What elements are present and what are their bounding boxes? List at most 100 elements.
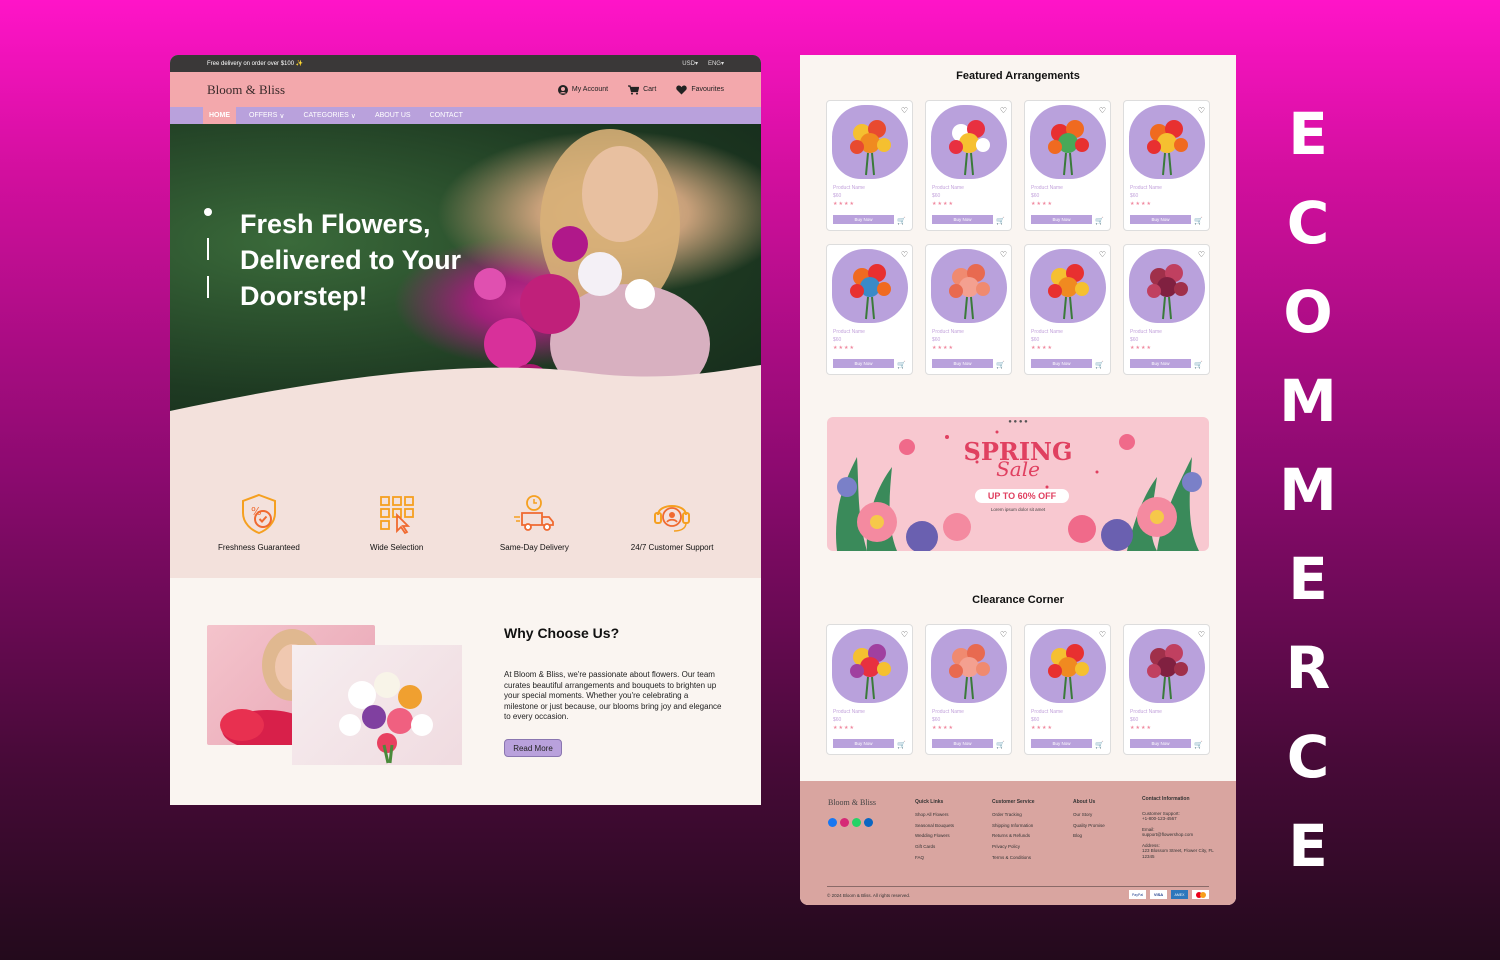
buy-now-button[interactable]: Buy Now xyxy=(833,215,894,224)
nav-offers[interactable]: OFFERS ∨ xyxy=(243,107,290,124)
favourites-link[interactable]: Favourites xyxy=(676,85,724,95)
buy-now-button[interactable]: Buy Now xyxy=(1130,739,1191,748)
facebook-icon[interactable] xyxy=(828,818,837,827)
title-letter: C xyxy=(1286,189,1330,257)
product-card[interactable]: ♡ Product Name $60 ★★★★ Buy Now 🛒 xyxy=(925,244,1012,375)
cart-icon[interactable]: 🛒 xyxy=(897,741,906,749)
product-card[interactable]: ♡ Product Name $60 ★★★★ Buy Now 🛒 xyxy=(826,244,913,375)
cart-icon[interactable]: 🛒 xyxy=(1194,217,1203,225)
product-price: $60 xyxy=(932,337,941,343)
product-image[interactable] xyxy=(931,249,1007,323)
cart-icon[interactable]: 🛒 xyxy=(996,361,1005,369)
nav-contact[interactable]: CONTACT xyxy=(424,107,469,124)
heart-icon[interactable]: ♡ xyxy=(1198,250,1205,259)
footer-link[interactable]: Returns & Refunds xyxy=(992,831,1035,842)
slider-indicator[interactable] xyxy=(204,208,212,300)
currency-select[interactable]: USD▾ xyxy=(682,60,698,67)
cart-icon[interactable]: 🛒 xyxy=(996,741,1005,749)
product-image[interactable] xyxy=(1129,105,1205,179)
cart-icon[interactable]: 🛒 xyxy=(1194,741,1203,749)
product-image[interactable] xyxy=(832,105,908,179)
product-image[interactable] xyxy=(931,105,1007,179)
buy-now-button[interactable]: Buy Now xyxy=(1031,215,1092,224)
product-card[interactable]: ♡ Product Name $60 ★★★★ Buy Now 🛒 xyxy=(925,100,1012,231)
cart-icon[interactable]: 🛒 xyxy=(1194,361,1203,369)
nav-about-us[interactable]: ABOUT US xyxy=(369,107,417,124)
cart-icon[interactable]: 🛒 xyxy=(897,217,906,225)
rating-stars: ★★★★ xyxy=(1130,725,1152,731)
buy-now-button[interactable]: Buy Now xyxy=(833,359,894,368)
footer: Bloom & Bliss Quick Links Shop All Flowe… xyxy=(800,781,1236,905)
footer-link[interactable]: Privacy Policy xyxy=(992,842,1035,853)
cart-icon[interactable]: 🛒 xyxy=(1095,361,1104,369)
heart-icon[interactable]: ♡ xyxy=(1198,630,1205,639)
heart-icon[interactable]: ♡ xyxy=(901,106,908,115)
buy-now-button[interactable]: Buy Now xyxy=(932,739,993,748)
footer-link[interactable]: FAQ xyxy=(915,853,954,864)
footer-link[interactable]: Blog xyxy=(1073,831,1105,842)
footer-logo[interactable]: Bloom & Bliss xyxy=(828,798,876,807)
payment-icons: PayPal VISA AMEX xyxy=(1129,890,1209,899)
product-image[interactable] xyxy=(832,629,908,703)
buy-now-button[interactable]: Buy Now xyxy=(932,215,993,224)
footer-link[interactable]: Gift Cards xyxy=(915,842,954,853)
language-select[interactable]: ENG▾ xyxy=(708,60,724,67)
heart-icon[interactable]: ♡ xyxy=(1198,106,1205,115)
footer-link[interactable]: Our Story xyxy=(1073,810,1105,821)
product-card[interactable]: ♡ Product Name $60 ★★★★ Buy Now 🛒 xyxy=(1024,244,1111,375)
delivery-truck-icon xyxy=(514,495,555,531)
footer-link[interactable]: Shop All Flowers xyxy=(915,810,954,821)
linkedin-icon[interactable] xyxy=(864,818,873,827)
nav-home[interactable]: HOME xyxy=(203,107,236,124)
heart-icon[interactable]: ♡ xyxy=(1099,630,1106,639)
heart-icon[interactable]: ♡ xyxy=(1000,250,1007,259)
header: Bloom & Bliss My Account Cart Favourites xyxy=(170,72,761,107)
footer-link[interactable]: Quality Promise xyxy=(1073,821,1105,832)
product-image[interactable] xyxy=(1030,105,1106,179)
product-image[interactable] xyxy=(931,629,1007,703)
cart-icon[interactable]: 🛒 xyxy=(996,217,1005,225)
whatsapp-icon[interactable] xyxy=(852,818,861,827)
heart-icon[interactable]: ♡ xyxy=(1000,106,1007,115)
cart-link[interactable]: Cart xyxy=(628,84,656,95)
product-card[interactable]: ♡ Product Name $60 ★★★★ Buy Now 🛒 xyxy=(1123,624,1210,755)
nav-categories[interactable]: CATEGORIES ∨ xyxy=(297,107,361,124)
product-card[interactable]: ♡ Product Name $60 ★★★★ Buy Now 🛒 xyxy=(1123,244,1210,375)
footer-link[interactable]: Order Tracking xyxy=(992,810,1035,821)
heart-icon[interactable]: ♡ xyxy=(901,250,908,259)
product-card[interactable]: ♡ Product Name $60 ★★★★ Buy Now 🛒 xyxy=(826,624,913,755)
footer-link[interactable]: Seasonal Bouquets xyxy=(915,821,954,832)
heart-icon[interactable]: ♡ xyxy=(1099,106,1106,115)
heart-icon[interactable]: ♡ xyxy=(1000,630,1007,639)
product-image[interactable] xyxy=(1030,249,1106,323)
product-image[interactable] xyxy=(1129,629,1205,703)
instagram-icon[interactable] xyxy=(840,818,849,827)
buy-now-button[interactable]: Buy Now xyxy=(1130,359,1191,368)
buy-now-button[interactable]: Buy Now xyxy=(1031,359,1092,368)
cart-icon[interactable]: 🛒 xyxy=(1095,741,1104,749)
cart-icon[interactable]: 🛒 xyxy=(1095,217,1104,225)
product-card[interactable]: ♡ Product Name $60 ★★★★ Buy Now 🛒 xyxy=(1024,624,1111,755)
product-card[interactable]: ♡ Product Name $60 ★★★★ Buy Now 🛒 xyxy=(826,100,913,231)
buy-now-button[interactable]: Buy Now xyxy=(833,739,894,748)
buy-now-button[interactable]: Buy Now xyxy=(932,359,993,368)
social-icons[interactable]: ● ● ● ● xyxy=(827,419,1209,425)
footer-link[interactable]: Terms & Conditions xyxy=(992,853,1035,864)
product-image[interactable] xyxy=(832,249,908,323)
logo[interactable]: Bloom & Bliss xyxy=(207,82,285,98)
product-card[interactable]: ♡ Product Name $60 ★★★★ Buy Now 🛒 xyxy=(1024,100,1111,231)
heart-icon[interactable]: ♡ xyxy=(901,630,908,639)
footer-link[interactable]: Wedding Flowers xyxy=(915,831,954,842)
product-image[interactable] xyxy=(1129,249,1205,323)
product-image[interactable] xyxy=(1030,629,1106,703)
spring-sale-banner[interactable]: ● ● ● ● SPRING Sale UP TO 60% OFF Lorem … xyxy=(827,417,1209,551)
footer-link[interactable]: Shipping Information xyxy=(992,821,1035,832)
product-card[interactable]: ♡ Product Name $60 ★★★★ Buy Now 🛒 xyxy=(1123,100,1210,231)
read-more-button[interactable]: Read More xyxy=(504,739,562,757)
buy-now-button[interactable]: Buy Now xyxy=(1130,215,1191,224)
heart-icon[interactable]: ♡ xyxy=(1099,250,1106,259)
cart-icon[interactable]: 🛒 xyxy=(897,361,906,369)
my-account-link[interactable]: My Account xyxy=(557,84,608,95)
product-card[interactable]: ♡ Product Name $60 ★★★★ Buy Now 🛒 xyxy=(925,624,1012,755)
buy-now-button[interactable]: Buy Now xyxy=(1031,739,1092,748)
